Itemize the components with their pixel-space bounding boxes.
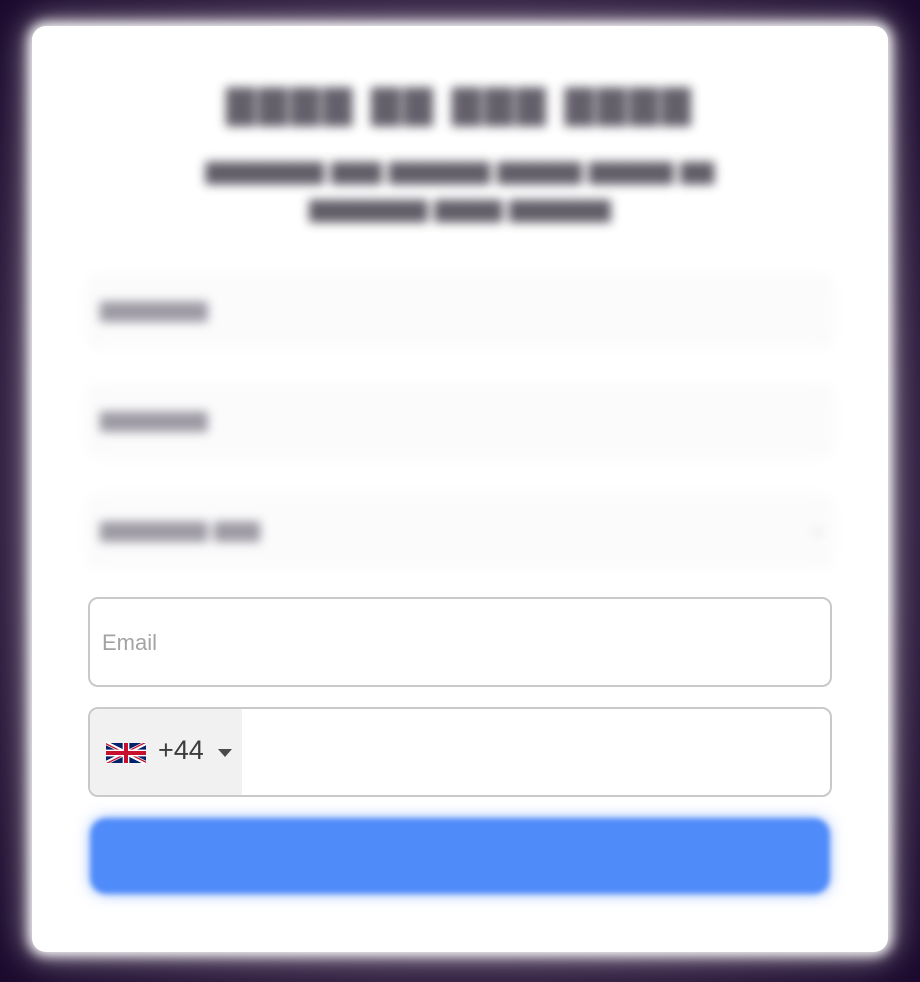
chevron-down-icon: ⌄: [810, 518, 826, 539]
first-name-field[interactable]: ▇▇▇▇▇▇▇: [88, 276, 832, 346]
dropdown-placeholder: ▇▇▇▇▇▇▇ ▇▇▇: [100, 518, 261, 542]
dial-code: +44: [158, 735, 204, 765]
page-title: ▇▇▇▇ ▇▇ ▇▇▇ ▇▇▇▇: [226, 82, 694, 126]
country-code-selector[interactable]: +44: [90, 709, 242, 795]
submit-button[interactable]: [90, 818, 830, 894]
phone-input[interactable]: [248, 709, 822, 795]
first-name-placeholder: ▇▇▇▇▇▇▇: [100, 298, 208, 322]
uk-flag-icon: [106, 742, 146, 764]
email-field-container: [88, 597, 832, 687]
last-name-field[interactable]: ▇▇▇▇▇▇▇: [88, 386, 832, 456]
phone-field-container: +44: [88, 707, 832, 797]
email-input[interactable]: [100, 599, 824, 687]
dropdown-field[interactable]: ▇▇▇▇▇▇▇ ▇▇▇ ⌄: [88, 496, 832, 566]
last-name-placeholder: ▇▇▇▇▇▇▇: [100, 408, 208, 432]
caret-down-icon: [218, 749, 232, 757]
page-subtitle: ▇▇▇▇▇▇▇ ▇▇▇ ▇▇▇▇▇▇ ▇▇▇▇▇ ▇▇▇▇▇ ▇▇ ▇▇▇▇▇▇…: [205, 160, 715, 223]
